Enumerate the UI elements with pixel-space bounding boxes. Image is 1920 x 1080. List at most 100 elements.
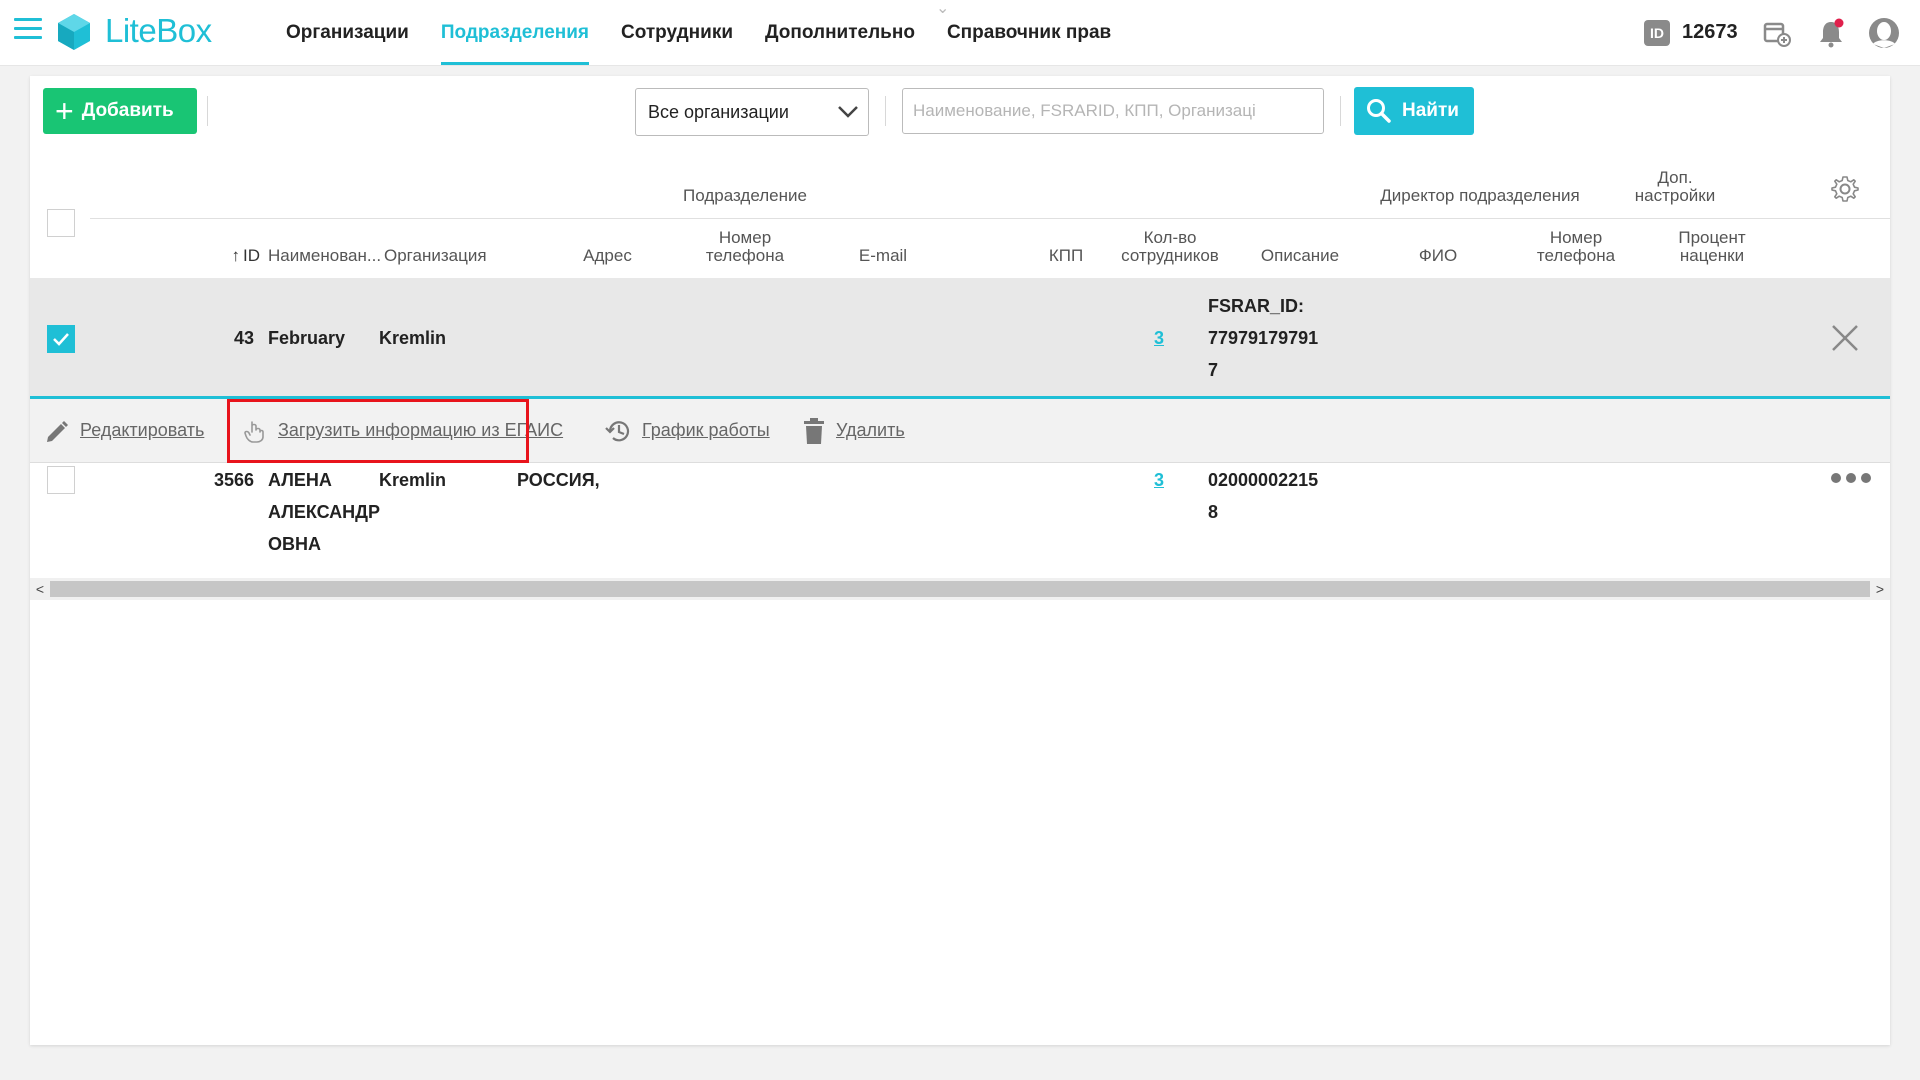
column-header-count-line2: сотрудников	[1121, 246, 1219, 265]
scroll-right-icon[interactable]: >	[1870, 578, 1890, 600]
hand-pointer-icon	[244, 420, 264, 443]
nav-additional[interactable]: Дополнительно	[749, 0, 931, 65]
column-header-phone[interactable]: Номер телефона	[685, 229, 805, 265]
column-header-fio[interactable]: ФИО	[1388, 247, 1488, 265]
chevron-down-icon: ⌄	[936, 0, 950, 17]
add-button[interactable]: + Добавить	[43, 88, 197, 134]
group-header-division: Подразделение	[683, 186, 807, 205]
bell-icon[interactable]	[1816, 18, 1846, 48]
checkmark-icon	[53, 333, 69, 346]
cell-description: 02000002215 8	[1208, 464, 1318, 528]
column-header-count-line1: Кол-во	[1143, 228, 1197, 247]
search-input[interactable]	[902, 88, 1324, 134]
user-avatar-icon[interactable]	[1868, 17, 1900, 49]
find-button-label: Найти	[1402, 100, 1459, 121]
cell-description-line3: 7	[1208, 360, 1219, 380]
divider	[885, 96, 886, 126]
cell-description-line1: 02000002215	[1208, 470, 1319, 490]
plus-icon: +	[55, 93, 74, 129]
cell-organization: Kremlin	[379, 470, 447, 490]
column-header-markup[interactable]: Процент наценки	[1652, 229, 1772, 265]
employee-count-link[interactable]: 3	[1154, 464, 1164, 496]
delete-action[interactable]: Удалить	[802, 399, 905, 462]
id-badge-icon: ID	[1644, 20, 1670, 46]
schedule-action[interactable]: График работы	[604, 399, 770, 462]
cell-description-line2: 8	[1208, 502, 1219, 522]
edit-action-label: Редактировать	[80, 420, 205, 440]
cell-description: FSRAR_ID: 77979179791 7	[1208, 290, 1318, 386]
column-header-dir-phone-line2: телефона	[1536, 246, 1616, 265]
group-header-director: Директор подразделения	[1380, 186, 1580, 205]
column-header-markup-line1: Процент	[1678, 228, 1746, 247]
settings-gear-icon[interactable]	[1830, 174, 1860, 204]
scrollbar-thumb[interactable]	[50, 581, 1870, 597]
schedule-action-label: График работы	[642, 420, 770, 440]
table-row[interactable]: 3566 АЛЕНА АЛЕКСАНДР ОВНА Kremlin РОССИЯ…	[30, 464, 1890, 576]
load-egais-action-label: Загрузить информацию из ЕГАИС	[278, 420, 564, 440]
column-header-email[interactable]: E-mail	[823, 247, 943, 265]
main-nav: Организации Подразделения Сотрудники Доп…	[270, 0, 1127, 65]
sort-up-arrow-icon: ↑	[231, 246, 241, 265]
group-header-extra-line1: Доп.	[1657, 168, 1693, 187]
employee-count-link[interactable]: 3	[1154, 322, 1164, 354]
column-header-director-phone[interactable]: Номер телефона	[1516, 229, 1636, 265]
row-checkbox[interactable]	[47, 466, 75, 494]
cell-name-line3: ОВНА	[268, 534, 321, 554]
nav-rights-directory[interactable]: Справочник прав	[931, 0, 1127, 65]
delete-action-label: Удалить	[836, 420, 905, 440]
divider	[1340, 96, 1341, 126]
table-row-selected[interactable]: 43 February Kremlin 3 FSRAR_ID: 77979179…	[30, 278, 1890, 399]
column-header-address[interactable]: Адрес	[550, 247, 665, 265]
select-all-checkbox[interactable]	[47, 209, 75, 237]
top-bar: LiteBox Организации Подразделения Сотруд…	[0, 0, 1920, 66]
column-header-organization[interactable]: Организация	[384, 247, 514, 265]
group-header-extra: Доп. настройки	[1610, 169, 1740, 205]
account-id: 12673	[1682, 21, 1738, 43]
edit-action[interactable]: Редактировать	[44, 399, 204, 462]
search-icon	[1367, 99, 1391, 123]
cell-description-line2: 77979179791	[1208, 328, 1319, 348]
pencil-icon	[47, 420, 68, 442]
cell-id: 43	[233, 328, 254, 348]
row-action-bar: Редактировать Загрузить информацию из ЕГ…	[30, 399, 1890, 463]
cell-name: February	[268, 328, 346, 348]
horizontal-scrollbar[interactable]: < >	[30, 578, 1890, 600]
column-header-description[interactable]: Описание	[1240, 247, 1360, 265]
scroll-left-icon[interactable]: <	[30, 578, 50, 600]
column-header-id[interactable]: ↑ ID	[180, 246, 261, 265]
nav-organizations[interactable]: Организации	[270, 0, 425, 65]
cell-address: РОССИЯ,	[517, 470, 600, 490]
litebox-logo-icon	[58, 14, 90, 50]
divider	[207, 96, 208, 126]
column-header-phone-line2: телефона	[705, 246, 785, 265]
notification-dot	[1834, 18, 1844, 28]
more-options-icon[interactable]	[1830, 472, 1872, 484]
row-checkbox[interactable]	[47, 325, 75, 353]
find-button[interactable]: Найти	[1354, 87, 1474, 135]
cell-name: АЛЕНА АЛЕКСАНДР ОВНА	[268, 464, 380, 560]
column-header-dir-phone-line1: Номер	[1549, 228, 1603, 247]
cell-id: 3566	[213, 470, 254, 490]
logo-text: LiteBox	[105, 12, 212, 49]
menu-icon[interactable]	[14, 14, 42, 46]
organization-select[interactable]: Все организации	[635, 88, 869, 136]
calendar-add-icon[interactable]	[1762, 18, 1792, 48]
column-header-phone-line1: Номер	[718, 228, 772, 247]
nav-divisions[interactable]: Подразделения	[425, 0, 605, 65]
column-header-id-label: ID	[243, 246, 260, 265]
content-card: + Добавить Все организации Найти Подразд…	[30, 76, 1890, 1045]
chevron-down-icon	[828, 89, 868, 135]
nav-employees[interactable]: Сотрудники	[605, 0, 749, 65]
cell-name-line1: АЛЕНА	[268, 470, 332, 490]
load-egais-action[interactable]: Загрузить информацию из ЕГАИС	[242, 399, 563, 462]
cell-description-line1: FSRAR_ID:	[1208, 296, 1305, 316]
column-header-employee-count[interactable]: Кол-во сотрудников	[1100, 229, 1240, 265]
close-icon[interactable]	[1830, 323, 1860, 353]
group-header-extra-line2: настройки	[1634, 186, 1716, 205]
organization-select-value: Все организации	[648, 101, 789, 122]
cell-name-line2: АЛЕКСАНДР	[268, 502, 380, 522]
history-clock-icon	[605, 420, 630, 441]
add-button-label: Добавить	[81, 100, 174, 121]
trash-icon	[804, 417, 824, 444]
column-header-name[interactable]: Наименован...	[268, 247, 381, 265]
